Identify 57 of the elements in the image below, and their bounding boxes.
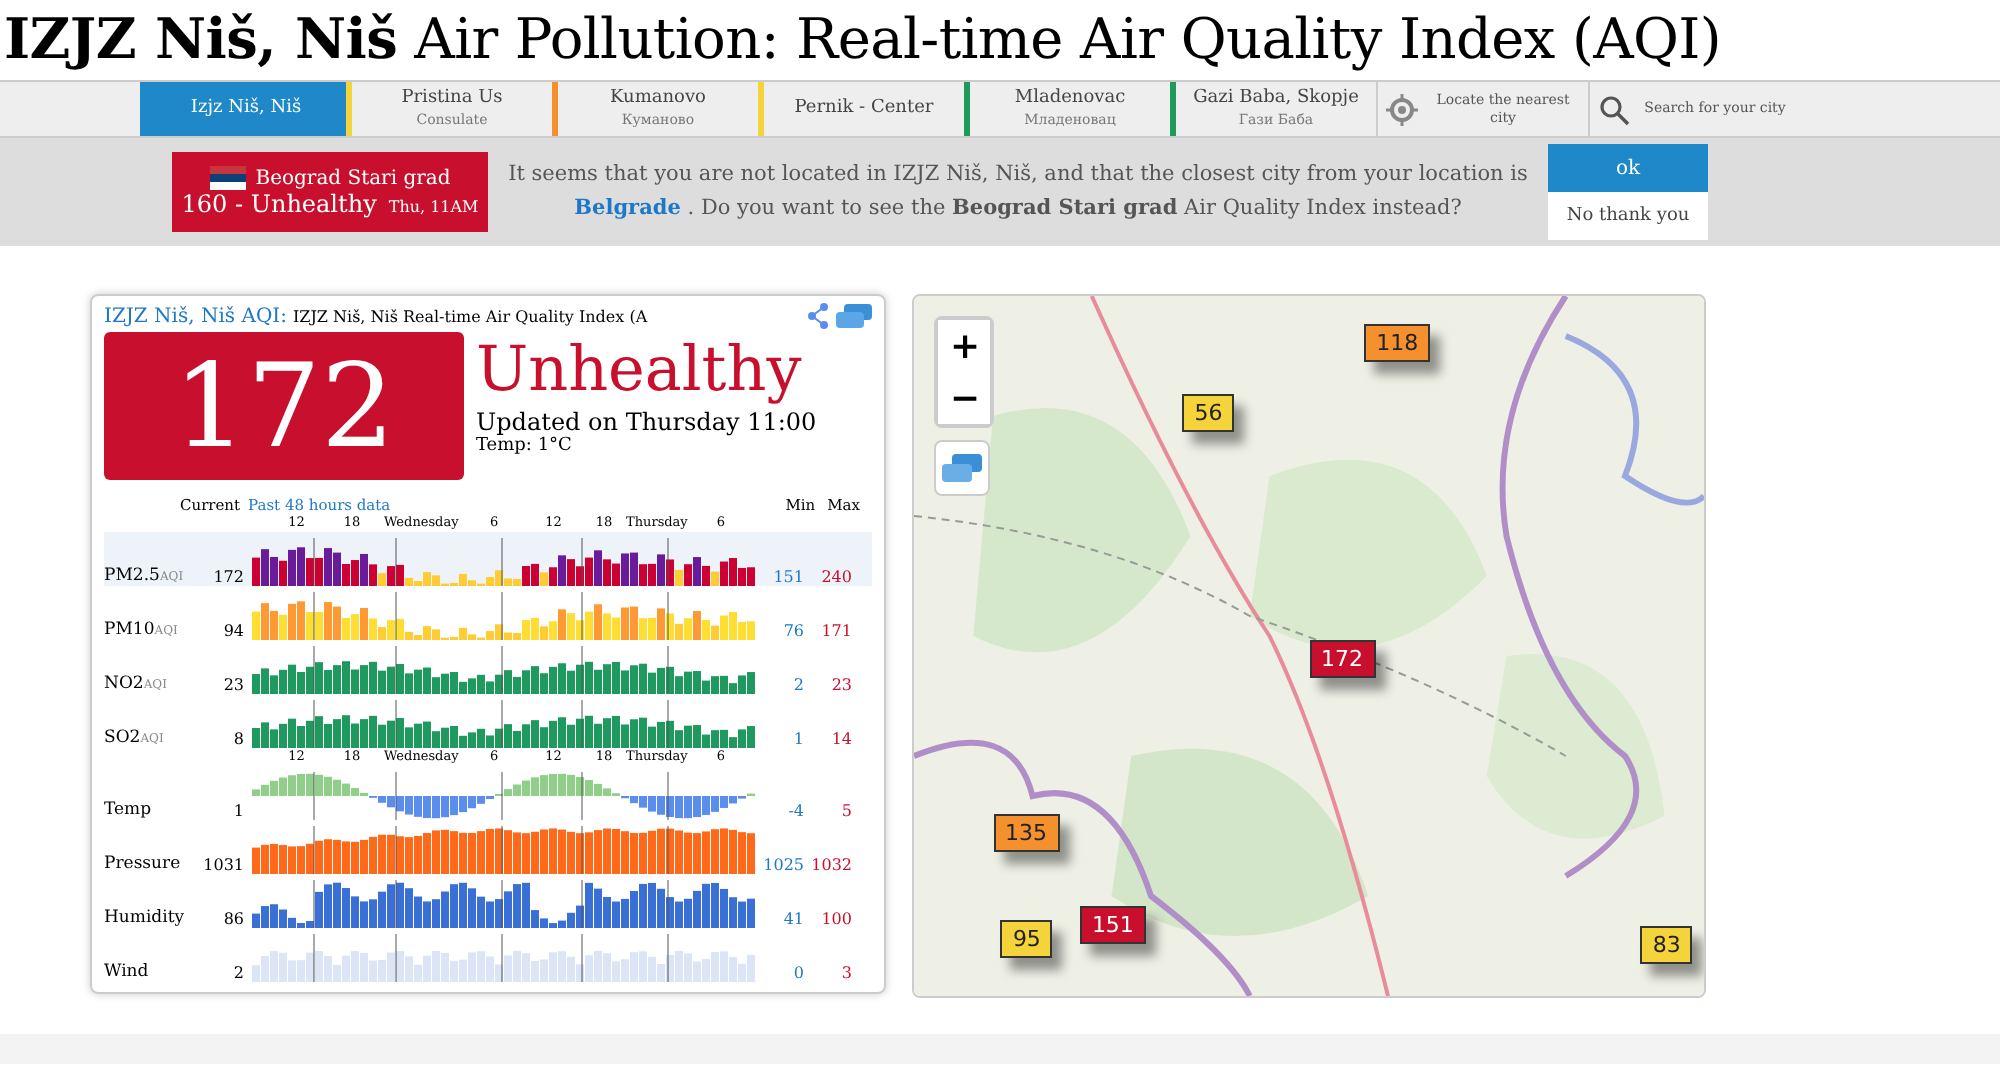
min-value: 0 xyxy=(791,964,804,982)
current-value: 1 xyxy=(231,802,244,820)
zoom-out-button[interactable]: − xyxy=(938,372,990,424)
aqi-marker[interactable]: 95 xyxy=(1000,919,1053,957)
pollutant-label: Wind xyxy=(104,962,151,982)
max-value: 100 xyxy=(819,910,852,928)
layers-button[interactable] xyxy=(934,440,990,496)
city-tab[interactable]: Izjz Niš, Niš xyxy=(140,82,346,136)
layers-icon[interactable] xyxy=(836,304,872,328)
max-value: 171 xyxy=(819,622,852,640)
aqi-value: 172 xyxy=(104,332,464,480)
max-value: 14 xyxy=(829,730,852,748)
max-value: 5 xyxy=(839,802,852,820)
page-title: IZJZ Niš, Niš Air Pollution: Real-time Air Quality Index (AQI) xyxy=(2,4,1724,76)
aqi-marker[interactable]: 151 xyxy=(1079,905,1146,943)
decline-button[interactable]: No thank you xyxy=(1548,192,1708,240)
map[interactable]: + − 118 56 172 135 95 151 83 xyxy=(912,294,1706,998)
max-value: 23 xyxy=(829,676,852,694)
aqi-status: Unhealthy xyxy=(476,332,804,408)
search-icon xyxy=(1598,93,1630,125)
min-value: -4 xyxy=(786,802,804,820)
station-suggestion[interactable]: Beograd Stari grad 160 - Unhealthy Thu, 11AM xyxy=(172,152,488,232)
layers-icon xyxy=(942,454,982,482)
max-value: 3 xyxy=(839,964,852,982)
min-value: 151 xyxy=(771,568,804,586)
min-value: 1025 xyxy=(761,856,804,874)
ok-button[interactable]: ok xyxy=(1548,144,1708,192)
current-value: 2 xyxy=(231,964,244,982)
min-value: 2 xyxy=(791,676,804,694)
share-icon[interactable] xyxy=(806,302,830,330)
max-value: 240 xyxy=(819,568,852,586)
current-value: 94 xyxy=(221,622,244,640)
pollutant-label: Pressure xyxy=(104,854,183,874)
card-subtitle: IZJZ Niš, Niš Real-time Air Quality Index (A xyxy=(292,307,650,325)
zoom-in-button[interactable]: + xyxy=(938,320,990,372)
current-value: 8 xyxy=(231,730,244,748)
aqi-marker[interactable]: 56 xyxy=(1182,394,1235,432)
station-link[interactable]: IZJZ Niš, Niš AQI: xyxy=(104,305,287,327)
aqi-marker[interactable]: 135 xyxy=(993,814,1059,852)
flag-icon xyxy=(209,166,246,190)
current-value: 86 xyxy=(221,910,244,928)
temperature: Temp: 1°C xyxy=(476,436,574,456)
location-message: It seems that you are not located in IZJZ Niš, Niš, and that the closest city from your location is Belgrade . Do you want to see the Beograd Stari grad Air Quality Index instead? xyxy=(508,160,1528,224)
current-value: 23 xyxy=(221,676,244,694)
min-value: 76 xyxy=(781,622,804,640)
target-icon xyxy=(1386,93,1418,125)
update-time: Updated on Thursday 11:00 xyxy=(476,408,817,436)
max-value: 1032 xyxy=(809,856,852,874)
current-value: 1031 xyxy=(201,856,244,874)
aqi-marker[interactable]: 83 xyxy=(1640,926,1693,964)
pollutant-label: Temp xyxy=(104,800,154,820)
min-value: 1 xyxy=(791,730,804,748)
pollutant-label: Humidity xyxy=(104,908,187,928)
aqi-marker[interactable]: 172 xyxy=(1309,639,1375,677)
current-value: 172 xyxy=(211,568,244,586)
aqi-marker[interactable]: 118 xyxy=(1364,324,1431,362)
min-value: 41 xyxy=(781,910,804,928)
